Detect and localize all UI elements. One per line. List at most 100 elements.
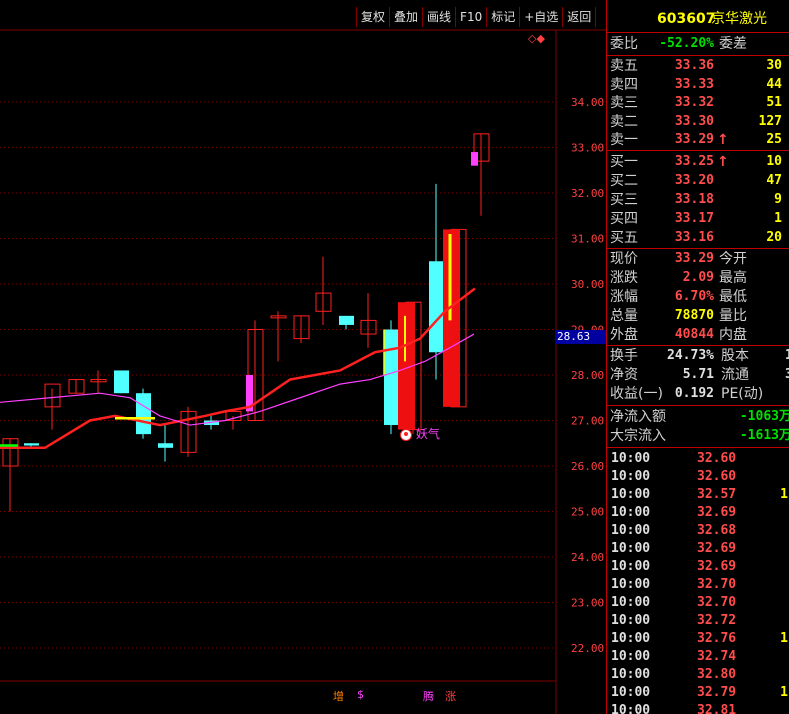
fuquan-button[interactable]: 复权 (356, 7, 389, 27)
fundamental-label-secondary: PE(动) (721, 386, 764, 402)
stat-value: 2.09 (682, 270, 714, 285)
tick-row[interactable]: 10:00 32.60 (607, 450, 789, 468)
tick-row[interactable]: 10:00 32.68 (607, 522, 789, 540)
back-button[interactable]: 返回 (562, 7, 597, 27)
bid-row[interactable]: 买一 33.25 ↑ 10 (607, 153, 789, 171)
f10-button[interactable]: F10 (455, 7, 486, 27)
stat-row: 外盘 40844 内盘 (607, 326, 789, 344)
ask-price: 33.30 (674, 113, 714, 129)
bid-volume: 9 (774, 192, 782, 207)
overlay-button[interactable]: 叠加 (389, 7, 422, 27)
add-watchlist-button[interactable]: +自选 (519, 7, 562, 27)
ask-label: 卖一 (610, 132, 638, 149)
ask-row[interactable]: 卖一 33.29 ↑ 25 (607, 131, 789, 149)
ask-row[interactable]: 卖五 33.36 30 (607, 57, 789, 75)
draw-line-button[interactable]: 画线 (422, 7, 455, 27)
price-axis-label: 26.00 (571, 460, 604, 473)
tick-time: 10:00 (611, 613, 651, 628)
quote-panel: 603607 京华激光 委比 -52.20% 委差 卖五 33.36 30 卖四 33.… (606, 0, 789, 714)
price-axis-label: 28.00 (571, 369, 604, 382)
bottom-marker-zeng: 增 (333, 690, 344, 703)
bid-price: 33.25 (674, 154, 714, 169)
tick-row[interactable]: 10:00 32.70 (607, 594, 789, 612)
tick-volume: 1 (780, 685, 788, 700)
stat-label-secondary: 最高 (719, 270, 747, 286)
stat-value: 78870 (674, 308, 714, 323)
bid-price: 33.20 (674, 173, 714, 188)
tick-price: 32.69 (697, 559, 737, 574)
bid-volume: 10 (766, 154, 782, 169)
tick-price: 32.69 (697, 541, 737, 556)
bid-row[interactable]: 买五 33.16 20 (607, 229, 789, 247)
ask-row[interactable]: 卖二 33.30 127 (607, 113, 789, 131)
bid-row[interactable]: 买三 33.18 9 (607, 191, 789, 209)
fundamental-value: 0.192 (674, 386, 714, 401)
tick-row[interactable]: 10:00 32.81 (607, 702, 789, 714)
stat-value: 33.29 (674, 251, 714, 266)
tick-price: 32.68 (697, 523, 737, 538)
tick-row[interactable]: 10:00 32.76 1 (607, 630, 789, 648)
candlestick-chart[interactable]: 34.0033.0032.0031.0030.0029.0028.0027.00… (0, 0, 606, 714)
ask-volume: 51 (766, 95, 782, 111)
fundamental-extra: 1 (785, 347, 789, 365)
candle-body-down (384, 329, 399, 426)
stock-name: 京华激光 (711, 11, 767, 27)
tick-row[interactable]: 10:00 32.69 (607, 540, 789, 558)
tick-time: 10:00 (611, 685, 651, 700)
tick-time: 10:00 (611, 505, 651, 520)
tick-time: 10:00 (611, 631, 651, 646)
tick-row[interactable]: 10:00 32.60 (607, 468, 789, 486)
annotation-text: 妖气 (415, 427, 440, 441)
tick-row[interactable]: 10:00 32.80 (607, 666, 789, 684)
tick-row[interactable]: 10:00 32.57 1 (607, 486, 789, 504)
stock-header: 603607 京华激光 (607, 10, 789, 30)
current-price-label: 28.63 (556, 330, 607, 344)
tick-time: 10:00 (611, 649, 651, 664)
diamond-icon[interactable]: ◇◆ (528, 32, 545, 45)
tick-row[interactable]: 10:00 32.69 (607, 558, 789, 576)
price-axis-label: 33.00 (571, 142, 604, 155)
flow-label: 净流入额 (610, 409, 666, 425)
ask-row[interactable]: 卖四 33.33 44 (607, 76, 789, 94)
ask-volume: 25 (766, 132, 782, 148)
bottom-marker-dollar: $ (357, 688, 364, 701)
mark-button[interactable]: 标记 (486, 7, 519, 27)
fundamental-label: 净资 (610, 367, 638, 383)
tick-row[interactable]: 10:00 32.69 (607, 504, 789, 522)
bid-price: 33.17 (674, 211, 714, 226)
bid-price: 33.16 (674, 230, 714, 245)
tick-row[interactable]: 10:00 32.74 (607, 648, 789, 666)
stat-label-secondary: 最低 (719, 289, 747, 305)
fundamental-label-secondary: 流通 (721, 367, 749, 383)
bottom-marker-zhang: 涨 (445, 690, 456, 703)
flow-row: 大宗流入 -1613万 (607, 427, 789, 445)
stat-value: 40844 (674, 327, 714, 342)
highlight-bar (471, 152, 478, 166)
tick-time: 10:00 (611, 577, 651, 592)
price-axis-label: 24.00 (571, 551, 604, 564)
tick-time: 10:00 (611, 703, 651, 714)
stat-label: 现价 (610, 251, 638, 267)
bid-price: 33.18 (674, 192, 714, 207)
bid-label: 买二 (610, 173, 638, 189)
stat-label: 涨幅 (610, 289, 638, 305)
flow-value: -1613万 (739, 428, 789, 443)
kline-chart-area[interactable]: 34.0033.0032.0031.0030.0029.0028.0027.00… (0, 0, 607, 714)
ask-volume: 30 (766, 58, 782, 73)
ask-volume: 44 (766, 76, 782, 92)
price-axis-label: 22.00 (571, 642, 604, 655)
fundamental-row: 收益(一) 0.192 PE(动) (607, 385, 789, 403)
tick-row[interactable]: 10:00 32.70 (607, 576, 789, 594)
tick-price: 32.57 (697, 487, 737, 502)
tick-row[interactable]: 10:00 32.72 (607, 612, 789, 630)
flow-label: 大宗流入 (610, 428, 666, 444)
bid-row[interactable]: 买二 33.20 47 (607, 172, 789, 190)
tick-row[interactable]: 10:00 32.79 1 (607, 684, 789, 702)
ask-row[interactable]: 卖三 33.32 51 (607, 94, 789, 112)
fundamental-label-secondary: 股本 (721, 348, 749, 364)
fundamental-extra: 3 (785, 366, 789, 384)
candle-body-down (339, 315, 354, 325)
bid-label: 买四 (610, 211, 638, 227)
bid-row[interactable]: 买四 33.17 1 (607, 210, 789, 228)
stat-row: 涨跌 2.09 最高 (607, 269, 789, 287)
